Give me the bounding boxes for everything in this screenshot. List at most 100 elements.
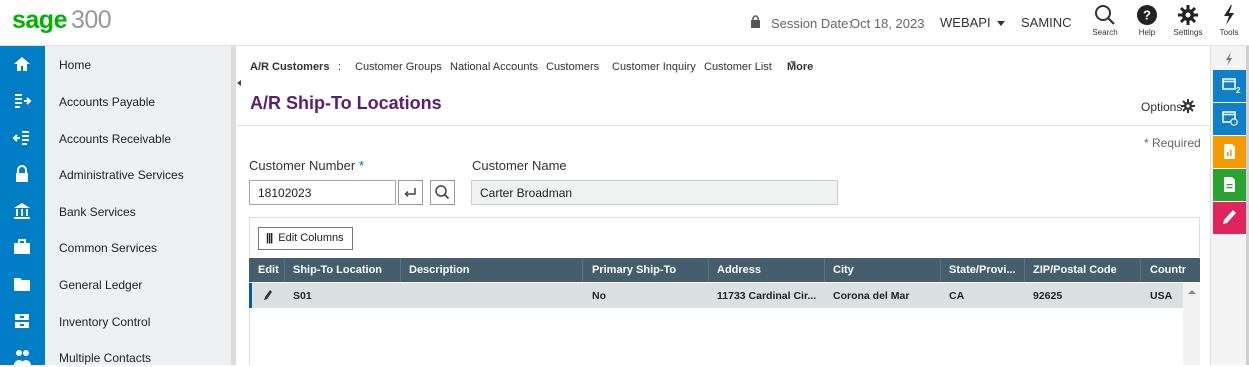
sidebar-item-home[interactable]: Home bbox=[59, 58, 91, 72]
sidebar-item-multiple-contacts[interactable]: Multiple Contacts bbox=[59, 351, 151, 365]
breadcrumb-link-customer-groups[interactable]: Customer Groups bbox=[355, 61, 442, 73]
breadcrumb-link-national-accounts[interactable]: National Accounts bbox=[450, 61, 538, 73]
column-header-edit[interactable]: Edit bbox=[258, 264, 279, 276]
customer-number-input[interactable] bbox=[249, 180, 396, 205]
cell-ship-to-location: S01 bbox=[293, 290, 312, 302]
scroll-up-icon[interactable] bbox=[1188, 290, 1196, 294]
column-header-primary-ship-to[interactable]: Primary Ship-To bbox=[592, 264, 676, 276]
tools-label: Tools bbox=[1219, 28, 1239, 37]
cell-state: CA bbox=[949, 290, 965, 302]
cell-zip: 92625 bbox=[1033, 290, 1063, 302]
sidebar-item-bank-services[interactable]: Bank Services bbox=[59, 205, 136, 219]
page-title: A/R Ship-To Locations bbox=[250, 93, 442, 113]
settings-label: Settings bbox=[1173, 28, 1203, 37]
tools-button[interactable]: Tools bbox=[1212, 4, 1246, 37]
documents-button[interactable] bbox=[1213, 169, 1246, 201]
sidebar-item-common-services[interactable]: Common Services bbox=[59, 241, 157, 255]
breadcrumb-separator: : bbox=[338, 61, 342, 73]
edit-button[interactable] bbox=[1213, 202, 1246, 234]
column-header-country[interactable]: Countr bbox=[1150, 264, 1186, 276]
sage-logo[interactable]: sage 300 bbox=[12, 6, 112, 35]
cell-city: Corona del Mar bbox=[833, 290, 910, 302]
column-divider bbox=[708, 258, 709, 282]
edit-columns-button[interactable]: ||| Edit Columns bbox=[258, 227, 353, 250]
table-row[interactable]: S01 No 11733 Cardinal Cir... Corona del … bbox=[249, 283, 1183, 308]
cell-country: USA bbox=[1150, 290, 1173, 302]
cell-address: 11733 Cardinal Cir... bbox=[717, 290, 817, 302]
column-header-ship-to-location[interactable]: Ship-To Location bbox=[293, 264, 382, 276]
customer-name-field bbox=[471, 180, 838, 205]
column-header-city[interactable]: City bbox=[833, 264, 854, 276]
column-header-address[interactable]: Address bbox=[717, 264, 761, 276]
search-button[interactable]: Search bbox=[1088, 4, 1122, 37]
chevron-down-icon bbox=[790, 61, 796, 65]
column-header-state[interactable]: State/Provi... bbox=[949, 264, 1016, 276]
help-icon: ? bbox=[1137, 5, 1157, 25]
column-header-description[interactable]: Description bbox=[409, 264, 470, 276]
contacts-icon[interactable] bbox=[12, 347, 32, 367]
pencil-icon[interactable] bbox=[263, 289, 273, 301]
top-bar: sage 300 Session Date: Oct 18, 2023 WEBAP… bbox=[0, 0, 1249, 46]
breadcrumb-link-customers[interactable]: Customers bbox=[546, 61, 599, 73]
sidebar-item-general-ledger[interactable]: General Ledger bbox=[59, 278, 142, 292]
collapse-sidebar-icon[interactable] bbox=[237, 80, 241, 86]
customer-number-enter-button[interactable] bbox=[398, 180, 423, 205]
lightning-icon bbox=[1224, 5, 1234, 25]
customer-name-label: Customer Name bbox=[472, 158, 567, 173]
sidebar-splitter[interactable] bbox=[231, 46, 236, 365]
sidebar-item-inventory-control[interactable]: Inventory Control bbox=[59, 315, 150, 329]
grid-header: Edit Ship-To Location Description Primar… bbox=[249, 258, 1200, 282]
column-divider bbox=[824, 258, 825, 282]
windows-button[interactable]: 2 bbox=[1213, 70, 1246, 102]
column-divider bbox=[284, 258, 285, 282]
user-menu[interactable]: WEBAPI bbox=[940, 15, 1005, 30]
required-note: * Required bbox=[1144, 136, 1201, 150]
search-label: Search bbox=[1092, 28, 1118, 37]
sidebar: Home Accounts Payable Accounts Receivabl… bbox=[45, 46, 231, 365]
inventory-icon[interactable] bbox=[12, 311, 32, 331]
accounts-receivable-icon[interactable] bbox=[12, 128, 32, 148]
help-label: Help bbox=[1138, 28, 1156, 37]
customer-finder-button[interactable] bbox=[430, 180, 455, 205]
lightning-icon[interactable] bbox=[1223, 52, 1235, 66]
breadcrumb-link-customer-inquiry[interactable]: Customer Inquiry bbox=[612, 61, 696, 73]
column-header-zip[interactable]: ZIP/Postal Code bbox=[1033, 264, 1117, 276]
enter-icon bbox=[404, 188, 416, 198]
sidebar-item-accounts-receivable[interactable]: Accounts Receivable bbox=[59, 132, 171, 146]
grid-scrollbar[interactable] bbox=[1183, 283, 1200, 365]
options-menu[interactable]: Options bbox=[1141, 100, 1182, 114]
column-divider bbox=[940, 258, 941, 282]
window-clock-icon bbox=[1222, 111, 1238, 126]
home-icon[interactable] bbox=[12, 54, 32, 74]
logo-brand: sage bbox=[12, 6, 67, 34]
document-icon bbox=[1224, 177, 1235, 192]
user-name: WEBAPI bbox=[940, 15, 991, 30]
recent-windows-button[interactable] bbox=[1213, 103, 1246, 135]
gear-icon[interactable] bbox=[1181, 99, 1195, 113]
folder-icon[interactable] bbox=[12, 274, 32, 294]
sidebar-item-accounts-payable[interactable]: Accounts Payable bbox=[59, 95, 155, 109]
logo-version: 300 bbox=[70, 6, 112, 34]
customer-number-label-text: Customer Number bbox=[249, 158, 356, 173]
accounts-payable-icon[interactable] bbox=[12, 91, 32, 111]
breadcrumb-link-customer-list[interactable]: Customer List bbox=[704, 61, 772, 73]
settings-button[interactable]: Settings bbox=[1171, 4, 1205, 37]
sidebar-icon-strip bbox=[0, 46, 45, 365]
briefcase-icon[interactable] bbox=[12, 237, 32, 257]
sidebar-item-administrative-services[interactable]: Administrative Services bbox=[59, 168, 184, 182]
session-date-label: Session Date: bbox=[771, 16, 852, 31]
report-icon bbox=[1224, 144, 1235, 159]
company-name[interactable]: SAMINC bbox=[1021, 15, 1072, 30]
column-divider bbox=[582, 258, 583, 282]
customer-number-label: Customer Number * bbox=[249, 158, 364, 173]
help-button[interactable]: ? Help bbox=[1130, 4, 1164, 37]
windows-count-badge: 2 bbox=[1236, 86, 1241, 95]
pen-icon bbox=[1223, 210, 1236, 224]
breadcrumb-root[interactable]: A/R Customers bbox=[250, 61, 329, 73]
lock-icon[interactable] bbox=[12, 164, 32, 184]
cell-primary-ship-to: No bbox=[592, 290, 606, 302]
search-icon bbox=[1095, 5, 1115, 25]
bank-icon[interactable] bbox=[12, 201, 32, 221]
reports-button[interactable] bbox=[1213, 136, 1246, 168]
column-divider bbox=[1024, 258, 1025, 282]
